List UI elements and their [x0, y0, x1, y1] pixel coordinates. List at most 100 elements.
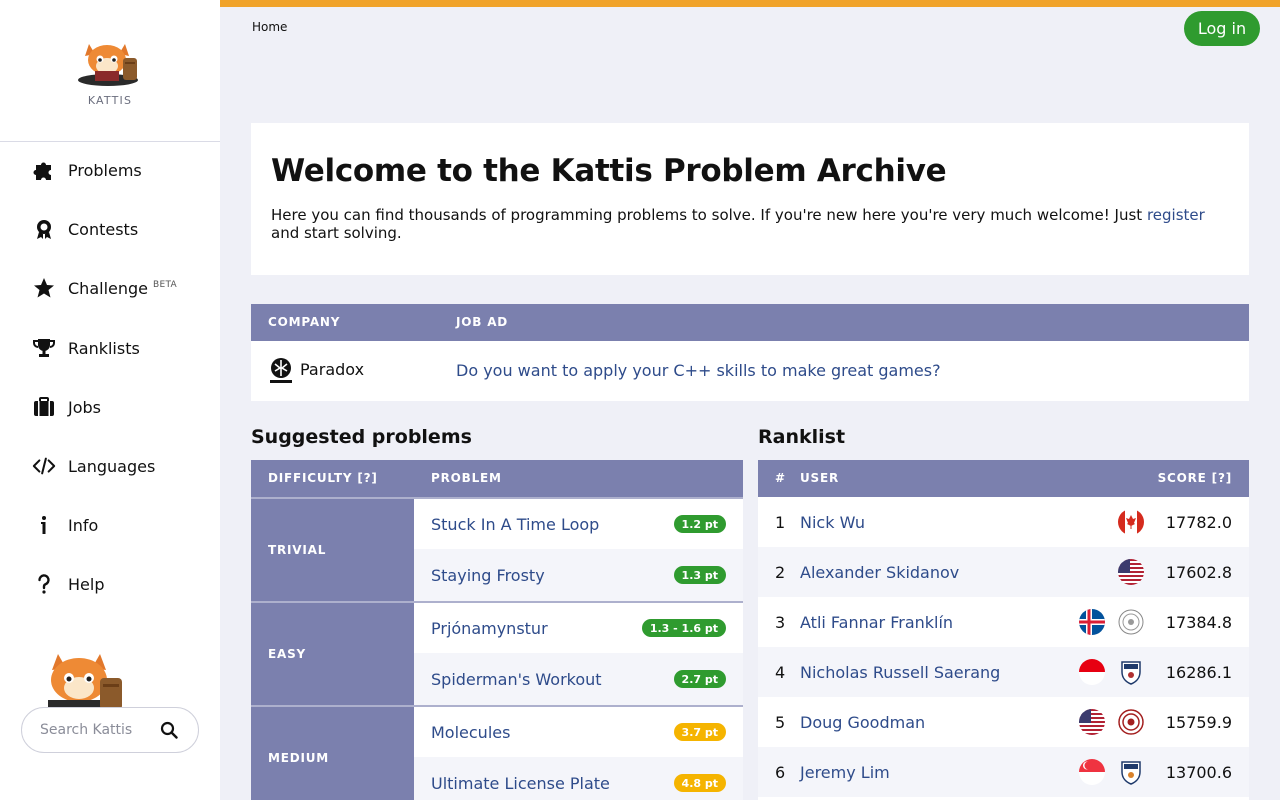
problem-link[interactable]: Stuck In A Time Loop [431, 515, 599, 534]
login-button[interactable]: Log in [1184, 11, 1260, 46]
nav-label: Ranklists [68, 338, 140, 358]
difficulty-group-easy: EASY Prjónamynstur 1.3 - 1.6 pt Spiderma… [251, 601, 743, 705]
briefcase-icon [32, 395, 56, 419]
nav-item-challenge[interactable]: Challenge BETA [0, 268, 220, 308]
search-box [21, 707, 199, 753]
nav-item-problems[interactable]: Problems [0, 150, 220, 190]
job-row: Paradox Do you want to apply your C++ sk… [251, 341, 1249, 401]
problem-link[interactable]: Ultimate License Plate [431, 774, 610, 793]
user-link[interactable]: Doug Goodman [800, 713, 925, 732]
university-crest-icon [1121, 761, 1141, 785]
problem-link[interactable]: Molecules [431, 723, 510, 742]
welcome-text-before: Here you can find thousands of programmi… [271, 206, 1147, 224]
job-ad-link[interactable]: Do you want to apply your C++ skills to … [456, 361, 941, 380]
nav-label: Problems [68, 160, 142, 180]
column-header-score[interactable]: SCORE [?] [1158, 471, 1232, 485]
nav-item-info[interactable]: Info [0, 505, 220, 545]
difficulty-group-medium: MEDIUM Molecules 3.7 pt Ultimate License… [251, 705, 743, 800]
university-seal-icon [1118, 609, 1144, 635]
user-link[interactable]: Atli Fannar Franklín [800, 613, 953, 632]
points-badge: 1.2 pt [673, 515, 726, 533]
problem-row[interactable]: Spiderman's Workout 2.7 pt [414, 653, 743, 705]
nav-item-contests[interactable]: Contests [0, 209, 220, 249]
paradox-logo-icon [270, 358, 292, 383]
points-badge: 1.3 - 1.6 pt [641, 619, 726, 637]
user-link[interactable]: Alexander Skidanov [800, 563, 959, 582]
difficulty-group-trivial: TRIVIAL Stuck In A Time Loop 1.2 pt Stay… [251, 497, 743, 601]
jobs-table-header: COMPANY JOB AD [251, 304, 1249, 341]
problem-link[interactable]: Staying Frosty [431, 566, 545, 585]
ranklist-row: 3 Atli Fannar Franklín 17384.8 [758, 597, 1249, 647]
welcome-text-after: and start solving. [271, 224, 402, 242]
usa-flag-icon [1079, 709, 1105, 735]
search-input[interactable] [40, 722, 158, 738]
nav-item-jobs[interactable]: Jobs [0, 387, 220, 427]
ranklist-title: Ranklist [758, 426, 846, 448]
problem-row[interactable]: Ultimate License Plate 4.8 pt [414, 757, 743, 800]
usa-flag-icon [1118, 559, 1144, 585]
beta-badge: BETA [153, 279, 178, 290]
breadcrumb-home[interactable]: Home [252, 20, 287, 34]
nav-label: Languages [68, 456, 156, 476]
user-link[interactable]: Nicholas Russell Saerang [800, 663, 1000, 682]
ranklist-row: 4 Nicholas Russell Saerang 16286.1 [758, 647, 1249, 697]
score: 17602.8 [1165, 562, 1232, 582]
problem-link[interactable]: Spiderman's Workout [431, 670, 602, 689]
puzzle-icon [32, 158, 56, 182]
score: 15759.9 [1165, 712, 1232, 732]
problem-row[interactable]: Staying Frosty 1.3 pt [414, 549, 743, 601]
problem-row[interactable]: Stuck In A Time Loop 1.2 pt [414, 497, 743, 549]
jobs-table: COMPANY JOB AD Paradox Do you want to ap… [251, 304, 1249, 401]
ranklist-row: 1 Nick Wu 17782.0 [758, 497, 1249, 547]
user-link[interactable]: Jeremy Lim [800, 763, 890, 782]
score: 17782.0 [1165, 512, 1232, 532]
column-header-difficulty[interactable]: DIFFICULTY [?] [268, 471, 378, 485]
ranklist-row: 6 Jeremy Lim 13700.6 [758, 747, 1249, 797]
nav-item-help[interactable]: Help [0, 564, 220, 604]
score: 17384.8 [1165, 612, 1232, 632]
register-link[interactable]: register [1147, 206, 1205, 224]
problems-table-header: DIFFICULTY [?] PROBLEM [251, 460, 743, 497]
university-seal-icon [1118, 709, 1144, 735]
points-badge: 3.7 pt [673, 723, 726, 741]
column-header-user: USER [800, 471, 840, 485]
points-badge: 2.7 pt [673, 670, 726, 688]
help-icon [32, 572, 56, 596]
problem-row[interactable]: Prjónamynstur 1.3 - 1.6 pt [414, 601, 743, 653]
suggested-problems-title: Suggested problems [251, 426, 472, 448]
column-header-problem: PROBLEM [431, 471, 502, 485]
brand: KATTIS [0, 0, 220, 142]
nav-label: Jobs [68, 397, 101, 417]
nav-label: Contests [68, 219, 139, 239]
nav-label: Challenge BETA [68, 279, 177, 298]
kattis-logo[interactable] [75, 38, 145, 86]
nav-label: Info [68, 515, 99, 535]
welcome-panel: Welcome to the Kattis Problem Archive He… [251, 123, 1249, 275]
score: 13700.6 [1165, 762, 1232, 782]
difficulty-label: MEDIUM [251, 705, 414, 800]
score: 16286.1 [1165, 662, 1232, 682]
welcome-text: Here you can find thousands of programmi… [271, 206, 1221, 242]
trophy-icon [32, 336, 56, 360]
nav-item-languages[interactable]: Languages [0, 446, 220, 486]
search-icon[interactable] [160, 721, 178, 739]
nav-label-text: Challenge [68, 278, 148, 298]
user-link[interactable]: Nick Wu [800, 513, 865, 532]
nav-item-ranklists[interactable]: Ranklists [0, 328, 220, 368]
mascot-image [48, 654, 122, 710]
rank-number: 5 [775, 712, 786, 732]
ranklist-table-header: # USER SCORE [?] [758, 460, 1249, 497]
brand-name: KATTIS [87, 94, 133, 107]
nav-label: Help [68, 574, 105, 594]
company-name[interactable]: Paradox [300, 360, 364, 379]
points-badge: 1.3 pt [673, 566, 726, 584]
problem-row[interactable]: Molecules 3.7 pt [414, 705, 743, 757]
code-icon [32, 454, 56, 478]
indonesia-flag-icon [1079, 659, 1105, 685]
problem-link[interactable]: Prjónamynstur [431, 619, 548, 638]
page-title: Welcome to the Kattis Problem Archive [271, 153, 947, 189]
sidebar: KATTIS Problems Contests Challenge BETA R… [0, 0, 220, 800]
singapore-flag-icon [1079, 759, 1105, 785]
university-crest-icon [1121, 661, 1141, 685]
rank-number: 4 [775, 662, 786, 682]
